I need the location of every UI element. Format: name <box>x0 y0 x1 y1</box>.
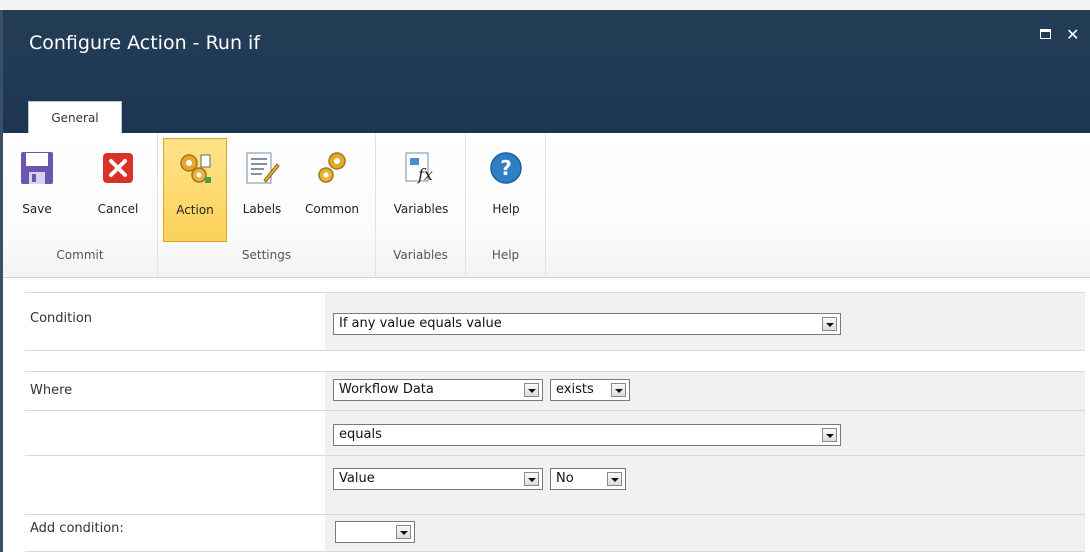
chevron-down-icon[interactable] <box>607 472 622 486</box>
group-label-commit: Commit <box>56 248 104 262</box>
title-bar: Configure Action - Run if ✕ General <box>3 10 1090 134</box>
where-label: Where <box>30 383 73 398</box>
cancel-icon <box>103 153 133 183</box>
add-condition-select[interactable] <box>335 521 415 543</box>
help-button[interactable]: ? Help <box>480 138 532 242</box>
where-value-type-value: Value <box>339 471 375 486</box>
where-value-type-select[interactable]: Value <box>333 468 543 490</box>
ribbon-group-help: ? Help Help <box>466 133 546 278</box>
group-label-settings: Settings <box>241 248 292 262</box>
add-condition-label: Add condition: <box>30 521 124 536</box>
action-button[interactable]: Action <box>163 138 227 242</box>
divider <box>25 410 1085 411</box>
help-label: Help <box>492 202 520 216</box>
common-gears-icon <box>318 152 346 183</box>
where-exists-select[interactable]: exists <box>550 379 630 401</box>
variables-fx-icon: fx <box>405 152 433 184</box>
ribbon-group-commit: Save Cancel Commit <box>3 133 158 278</box>
condition-select[interactable]: If any value equals value <box>333 313 841 335</box>
action-gears-icon <box>180 154 211 183</box>
where-operator-select[interactable]: equals <box>333 424 841 446</box>
group-label-variables: Variables <box>393 248 448 262</box>
group-label-help: Help <box>491 248 520 262</box>
where-value-value: No <box>556 471 574 486</box>
variables-button[interactable]: fx Variables <box>382 138 460 242</box>
help-icon: ? <box>490 152 522 184</box>
cancel-label: Cancel <box>97 202 139 216</box>
form-content: Condition If any value equals value Wher… <box>3 278 1090 552</box>
labels-icon <box>246 152 280 184</box>
ribbon-group-settings: Action Labels Common Settings <box>158 133 376 278</box>
ribbon-group-variables: fx Variables Variables <box>376 133 466 278</box>
chevron-down-icon[interactable] <box>524 383 539 397</box>
save-label: Save <box>22 202 52 216</box>
where-operator-value: equals <box>339 427 382 442</box>
where-value-select[interactable]: No <box>550 468 626 490</box>
chevron-down-icon[interactable] <box>524 472 539 486</box>
action-label: Action <box>176 203 214 217</box>
add-condition-field-area <box>325 515 1085 552</box>
chevron-down-icon[interactable] <box>822 428 837 442</box>
cancel-button[interactable]: Cancel <box>89 138 147 242</box>
common-label: Common <box>304 202 360 216</box>
divider <box>25 350 1085 351</box>
svg-text:fx: fx <box>417 165 433 184</box>
dialog-title: Configure Action - Run if <box>29 32 261 54</box>
tab-general[interactable]: General <box>28 101 122 134</box>
maximize-icon[interactable] <box>1040 28 1051 42</box>
where-source-value: Workflow Data <box>339 382 434 397</box>
condition-select-value: If any value equals value <box>339 316 502 331</box>
chevron-down-icon[interactable] <box>396 525 411 539</box>
labels-label: Labels <box>242 202 282 216</box>
divider <box>25 455 1085 456</box>
svg-text:?: ? <box>500 156 512 180</box>
top-strip <box>0 0 1090 10</box>
chevron-down-icon[interactable] <box>611 383 626 397</box>
ribbon: Save Cancel Commit Action Labels Common … <box>3 133 1090 278</box>
configure-action-dialog: Configure Action - Run if ✕ General Save <box>3 10 1090 552</box>
variables-label: Variables <box>393 202 449 216</box>
save-icon <box>21 152 53 184</box>
save-button[interactable]: Save <box>11 138 63 242</box>
chevron-down-icon[interactable] <box>822 317 837 331</box>
where-exists-value: exists <box>556 382 594 397</box>
condition-label: Condition <box>30 311 93 326</box>
common-button[interactable]: Common <box>296 138 368 242</box>
labels-button[interactable]: Labels <box>234 138 290 242</box>
where-source-select[interactable]: Workflow Data <box>333 379 543 401</box>
close-icon[interactable]: ✕ <box>1066 27 1079 43</box>
